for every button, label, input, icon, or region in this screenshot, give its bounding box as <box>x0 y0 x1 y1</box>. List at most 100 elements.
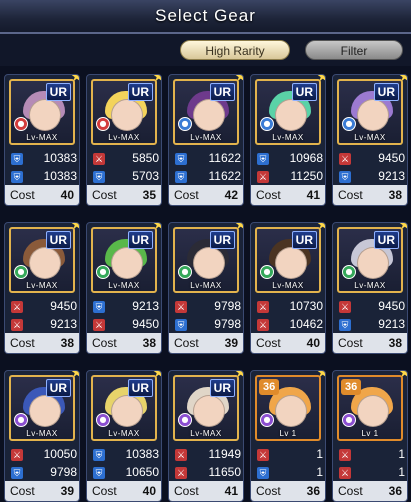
stat-value: 9450 <box>378 299 405 313</box>
attack-icon: ⚔ <box>257 449 269 461</box>
cost-label: Cost <box>10 188 35 202</box>
level-label: Lv-MAX <box>272 133 304 142</box>
stat-value: 11949 <box>208 447 241 461</box>
gear-card[interactable]: 36●Lv 1★⚔1⚔1Cost36 <box>332 370 408 502</box>
gear-card[interactable]: UR ● Lv-MAX ★ ⚔ 9798 ⛨ 9798 Cost 39 <box>168 222 244 354</box>
cost-label: Cost <box>10 336 35 350</box>
stat-row-secondary: ⚔ 1 <box>339 465 405 481</box>
gear-card[interactable]: UR ● Lv-MAX ★ ⛨ 9213 ⚔ 9450 Cost 38 <box>86 222 162 354</box>
gear-card[interactable]: UR ● Lv-MAX ★ ⛨ 10383 ⛨ 10383 Cost 40 <box>4 74 80 206</box>
gear-card[interactable]: UR ● Lv-MAX ★ ⚔ 9450 ⚔ 9213 Cost 38 <box>4 222 80 354</box>
card-portrait: UR ● Lv-MAX <box>91 375 157 441</box>
attribute-icon: ● <box>96 265 110 279</box>
cost-value: 42 <box>224 188 238 202</box>
stat-value: 11622 <box>208 169 241 183</box>
card-portrait: UR ● Lv-MAX <box>9 227 75 293</box>
cost-label: Cost <box>174 336 199 350</box>
card-portrait: UR ● Lv-MAX <box>337 79 403 145</box>
level-label: Lv-MAX <box>26 429 58 438</box>
attribute-icon: ● <box>178 265 192 279</box>
stat-row-primary: ⛨ 11622 <box>175 151 241 167</box>
rarity-badge: UR <box>45 379 71 397</box>
rarity-badge: UR <box>373 83 399 101</box>
gear-card[interactable]: UR ● Lv-MAX ★ ⚔ 5850 ⛨ 5703 Cost 35 <box>86 74 162 206</box>
page-title: Select Gear <box>155 6 256 25</box>
cost-row: Cost 39 <box>5 481 79 501</box>
stat-row-primary: ⚔ 11949 <box>175 447 241 463</box>
level-label: Lv 1 <box>361 429 379 438</box>
rarity-badge: UR <box>209 83 235 101</box>
cost-row: Cost 38 <box>5 333 79 353</box>
attack-icon: ⚔ <box>175 449 187 461</box>
stat-value: 9798 <box>50 465 77 479</box>
stat-value: 5703 <box>132 169 159 183</box>
attribute-icon: ● <box>260 265 274 279</box>
attack-icon: ⚔ <box>257 319 269 331</box>
stat-row-secondary: ⛨ 9213 <box>339 317 405 333</box>
card-portrait: UR ● Lv-MAX <box>9 79 75 145</box>
stat-row-primary: ⛨ 10383 <box>93 447 159 463</box>
filter-button[interactable]: Filter <box>305 40 403 60</box>
stat-row-secondary: ⛨ 10650 <box>93 465 159 481</box>
character-face <box>29 395 61 427</box>
cost-row: Cost 40 <box>251 333 325 353</box>
stat-value: 11622 <box>208 151 241 165</box>
attack-icon: ⚔ <box>257 171 269 183</box>
star-icon: ★ <box>316 371 325 381</box>
high-rarity-button[interactable]: High Rarity <box>180 40 290 60</box>
cost-label: Cost <box>174 188 199 202</box>
gear-card[interactable]: UR ● Lv-MAX ★ ⛨ 10968 ⚔ 11250 Cost 41 <box>250 74 326 206</box>
level-label: Lv-MAX <box>108 429 140 438</box>
star-icon: ★ <box>152 75 161 85</box>
cost-value: 38 <box>142 336 156 350</box>
card-portrait: 36 ● Lv 1 <box>337 375 403 441</box>
gear-card[interactable]: UR ● Lv-MAX ★ ⚔ 9450 ⛨ 9213 Cost 38 <box>332 222 408 354</box>
star-icon: ★ <box>70 75 79 85</box>
cost-value: 36 <box>388 484 402 498</box>
character-face <box>111 247 143 279</box>
attribute-icon: ● <box>260 413 274 427</box>
stat-value: 10968 <box>289 151 323 165</box>
card-portrait: UR ● Lv-MAX <box>337 227 403 293</box>
defense-icon: ⛨ <box>339 171 351 183</box>
rarity-badge: UR <box>373 231 399 249</box>
card-portrait: UR ● Lv-MAX <box>173 375 239 441</box>
cost-label: Cost <box>256 336 281 350</box>
star-icon: ★ <box>398 371 407 381</box>
attack-icon: ⚔ <box>339 449 351 461</box>
gear-card[interactable]: UR ● Lv-MAX ★ ⚔ 10730 ⚔ 10462 Cost 40 <box>250 222 326 354</box>
cost-value: 39 <box>60 484 74 498</box>
card-portrait: UR ● Lv-MAX <box>255 227 321 293</box>
stat-row-secondary: ⛨ 5703 <box>93 169 159 185</box>
character-face <box>357 395 389 427</box>
stat-value: 9213 <box>132 299 159 313</box>
stat-row-primary: ⛨ 9213 <box>93 299 159 315</box>
character-face <box>111 99 143 131</box>
rarity-badge: UR <box>291 83 317 101</box>
gear-card[interactable]: UR ● Lv-MAX ★ ⛨ 10383 ⛨ 10650 Cost 40 <box>86 370 162 502</box>
stat-value: 10383 <box>43 151 77 165</box>
character-face <box>357 99 389 131</box>
stat-row-secondary: ⛨ 11622 <box>175 169 241 185</box>
level-label: Lv-MAX <box>108 133 140 142</box>
cost-label: Cost <box>92 188 117 202</box>
cost-row: Cost 35 <box>87 185 161 205</box>
gear-card[interactable]: UR ● Lv-MAX ★ ⚔ 10050 ⛨ 9798 Cost 39 <box>4 370 80 502</box>
gear-card[interactable]: UR ● Lv-MAX ★ ⚔ 9450 ⛨ 9213 Cost 38 <box>332 74 408 206</box>
level-label: Lv-MAX <box>26 133 58 142</box>
stat-value: 9798 <box>214 299 241 313</box>
stat-value: 10730 <box>289 299 323 313</box>
attribute-icon: ● <box>178 413 192 427</box>
card-portrait: UR ● Lv-MAX <box>173 79 239 145</box>
card-portrait: UR ● Lv-MAX <box>91 79 157 145</box>
attack-icon: ⚔ <box>93 319 105 331</box>
attack-icon: ⚔ <box>175 467 187 479</box>
gear-card[interactable]: 36●Lv 1★⚔1⛨1Cost36 <box>250 370 326 502</box>
gear-card[interactable]: UR ● Lv-MAX ★ ⚔ 11949 ⚔ 11650 Cost 41 <box>168 370 244 502</box>
defense-icon: ⛨ <box>257 153 269 165</box>
stat-row-primary: ⚔ 9798 <box>175 299 241 315</box>
cost-label: Cost <box>256 484 281 498</box>
cost-label: Cost <box>338 188 363 202</box>
gear-card[interactable]: UR ● Lv-MAX ★ ⛨ 11622 ⛨ 11622 Cost 42 <box>168 74 244 206</box>
title-bar: Select Gear <box>0 0 411 34</box>
